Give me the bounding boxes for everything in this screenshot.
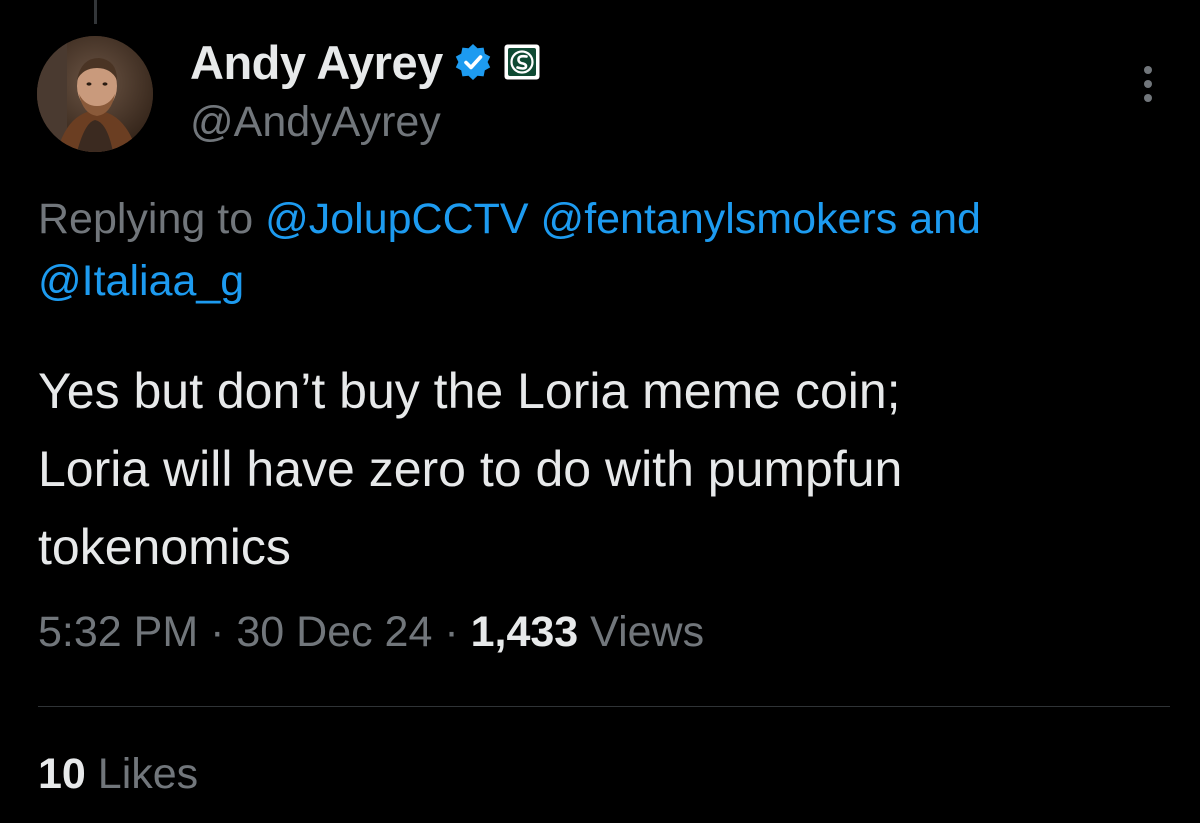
tweet-meta: 5:32 PM · 30 Dec 24 · 1,433 Views — [38, 608, 704, 657]
author-header: Andy Ayrey — [190, 34, 541, 90]
tweet-date[interactable]: 30 Dec 24 — [236, 608, 432, 656]
reply-context: Replying to @JolupCCTV @fentanylsmokers … — [38, 188, 1200, 312]
likes-label[interactable]: Likes — [86, 750, 198, 798]
avatar-photo — [37, 36, 153, 152]
mention-link[interactable]: @JolupCCTV — [265, 195, 529, 243]
likes-stat[interactable]: 10 Likes — [38, 750, 198, 799]
divider — [38, 706, 1170, 707]
more-dot-icon — [1144, 94, 1152, 102]
reply-prefix: Replying to — [38, 195, 266, 243]
more-dot-icon — [1144, 66, 1152, 74]
mention-link[interactable]: @fentanylsmokers — [541, 195, 898, 243]
affiliate-badge-icon[interactable] — [503, 43, 541, 81]
likes-count[interactable]: 10 — [38, 750, 86, 798]
views-label[interactable]: Views — [578, 608, 704, 656]
tweet-time[interactable]: 5:32 PM — [38, 608, 198, 656]
thread-connector-line — [94, 0, 97, 24]
more-options-button[interactable] — [1128, 60, 1168, 108]
meta-separator: · — [198, 608, 237, 656]
tweet-text-line: Yes but don’t buy the Loria meme coin; — [38, 363, 901, 419]
author-handle[interactable]: @AndyAyrey — [190, 98, 441, 147]
meta-separator: · — [432, 608, 471, 656]
avatar[interactable] — [37, 36, 153, 152]
mention-joiner[interactable]: and — [897, 195, 981, 243]
tweet-text-line: Loria will have zero to do with pumpfun — [38, 441, 903, 497]
views-count[interactable]: 1,433 — [471, 608, 579, 656]
tweet-text-line: tokenomics — [38, 519, 291, 575]
author-name[interactable]: Andy Ayrey — [190, 35, 443, 90]
verified-badge-icon[interactable] — [453, 42, 493, 82]
mention-link[interactable]: @Italiaa_g — [38, 257, 244, 305]
more-dot-icon — [1144, 80, 1152, 88]
tweet-text: Yes but don’t buy the Loria meme coin; L… — [38, 352, 1178, 586]
